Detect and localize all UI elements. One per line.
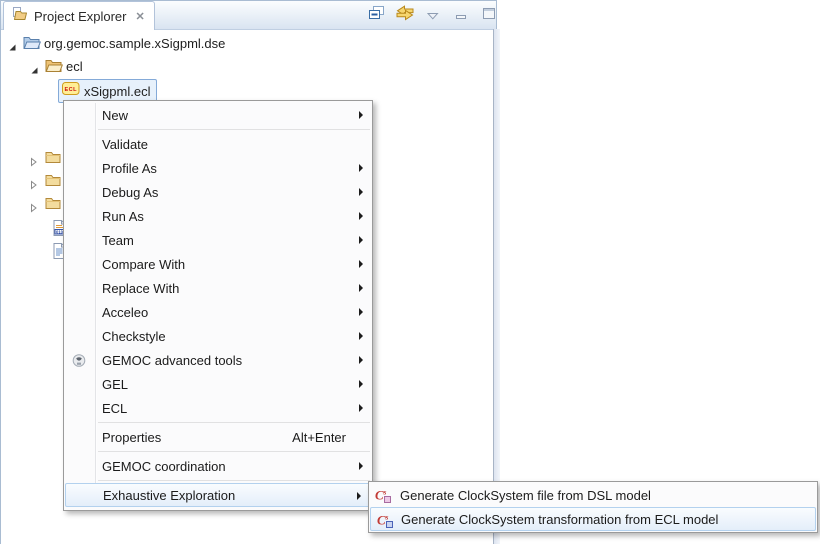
svg-text:ECL: ECL bbox=[65, 87, 78, 93]
submenu-item-generate-clocksystem-transformation-from-ecl-model[interactable]: Cs Generate ClockSystem transformation fr… bbox=[370, 507, 816, 531]
link-editor-icon bbox=[395, 5, 415, 26]
submenu-arrow-icon bbox=[359, 188, 363, 196]
submenu-arrow-icon bbox=[359, 260, 363, 268]
menu-item-label: GEMOC coordination bbox=[102, 459, 226, 474]
submenu-arrow-icon bbox=[359, 380, 363, 388]
menu-item-label: Acceleo bbox=[102, 305, 148, 320]
menu-item-debug-as[interactable]: Debug As bbox=[64, 180, 372, 204]
tab-title: Project Explorer bbox=[34, 9, 126, 24]
menu-item-label: GEL bbox=[102, 377, 128, 392]
maximize-button[interactable] bbox=[479, 6, 499, 26]
menu-item-exhaustive-exploration[interactable]: Exhaustive Exploration bbox=[65, 483, 371, 507]
menu-item-checkstyle[interactable]: Checkstyle bbox=[64, 324, 372, 348]
menu-item-acceleo[interactable]: Acceleo bbox=[64, 300, 372, 324]
tree-item-org-gemoc-sample-xsigpml-dse[interactable]: org.gemoc.sample.xSigpml.dse bbox=[1, 33, 496, 55]
clocksystem-dsl-icon: Cs bbox=[375, 487, 391, 506]
svg-text:s: s bbox=[383, 488, 387, 497]
svg-text:s: s bbox=[385, 513, 389, 522]
gemoc-icon bbox=[72, 353, 86, 371]
closed-folder-icon bbox=[45, 174, 61, 192]
menu-item-gemoc-advanced-tools[interactable]: GEMOC advanced tools bbox=[64, 348, 372, 372]
menu-item-properties[interactable]: Properties Alt+Enter bbox=[64, 425, 372, 449]
menu-item-gemoc-coordination[interactable]: GEMOC coordination bbox=[64, 454, 372, 478]
menu-item-replace-with[interactable]: Replace With bbox=[64, 276, 372, 300]
tree-item-xsigpml-ecl[interactable]: ECL xSigpml.ecl bbox=[1, 79, 496, 101]
expanded-arrow-icon[interactable] bbox=[8, 39, 17, 57]
submenu-arrow-icon bbox=[359, 462, 363, 470]
submenu-arrow-icon bbox=[359, 332, 363, 340]
submenu-arrow-icon bbox=[359, 404, 363, 412]
minimize-icon bbox=[456, 7, 467, 25]
project-folder-icon bbox=[23, 36, 41, 55]
submenu-arrow-icon bbox=[359, 308, 363, 316]
submenu-item-label: Generate ClockSystem file from DSL model bbox=[400, 488, 651, 503]
menu-item-label: Validate bbox=[102, 137, 148, 152]
submenu-arrow-icon bbox=[357, 492, 361, 500]
tab-project-explorer[interactable]: Project Explorer ✕ bbox=[3, 1, 155, 30]
menu-item-gel[interactable]: GEL bbox=[64, 372, 372, 396]
expanded-arrow-icon[interactable] bbox=[30, 62, 39, 80]
closed-folder-icon bbox=[45, 151, 61, 169]
menu-item-label: Compare With bbox=[102, 257, 185, 272]
menu-item-label: Replace With bbox=[102, 281, 179, 296]
ecl-file-icon: ECL bbox=[62, 82, 80, 100]
menu-item-profile-as[interactable]: Profile As bbox=[64, 156, 372, 180]
view-toolbar bbox=[367, 1, 499, 30]
menu-item-label: Checkstyle bbox=[102, 329, 166, 344]
tree-item-label: org.gemoc.sample.xSigpml.dse bbox=[44, 36, 225, 51]
tree-item-label: ecl bbox=[66, 59, 83, 74]
menu-separator bbox=[98, 422, 370, 423]
view-menu-icon bbox=[427, 7, 439, 25]
menu-item-run-as[interactable]: Run As bbox=[64, 204, 372, 228]
menu-item-validate[interactable]: Validate bbox=[64, 132, 372, 156]
maximize-icon bbox=[483, 7, 496, 25]
tree-item-ecl[interactable]: ecl bbox=[1, 56, 496, 78]
menu-item-label: Profile As bbox=[102, 161, 157, 176]
link-with-editor-button[interactable] bbox=[395, 6, 415, 26]
submenu-arrow-icon bbox=[359, 236, 363, 244]
close-icon[interactable]: ✕ bbox=[132, 10, 144, 23]
exhaustive-exploration-submenu: Cs Generate ClockSystem file from DSL mod… bbox=[368, 481, 818, 533]
collapsed-arrow-icon[interactable] bbox=[30, 177, 38, 195]
menu-item-compare-with[interactable]: Compare With bbox=[64, 252, 372, 276]
menu-item-label: New bbox=[102, 108, 128, 123]
menu-item-label: Exhaustive Exploration bbox=[103, 488, 235, 503]
tree-item-label: xSigpml.ecl bbox=[84, 84, 150, 99]
submenu-arrow-icon bbox=[359, 111, 363, 119]
menu-item-label: Run As bbox=[102, 209, 144, 224]
menu-item-label: GEMOC advanced tools bbox=[102, 353, 242, 368]
minimize-button[interactable] bbox=[451, 6, 471, 26]
submenu-item-label: Generate ClockSystem transformation from… bbox=[401, 512, 718, 527]
collapsed-arrow-icon[interactable] bbox=[30, 200, 38, 218]
menu-item-label: Debug As bbox=[102, 185, 158, 200]
menu-item-ecl[interactable]: ECL bbox=[64, 396, 372, 420]
menu-item-label: Team bbox=[102, 233, 134, 248]
submenu-item-generate-clocksystem-file-from-dsl-model[interactable]: Cs Generate ClockSystem file from DSL mod… bbox=[369, 483, 817, 507]
menu-item-new[interactable]: New bbox=[64, 103, 372, 127]
project-explorer-icon bbox=[12, 6, 28, 27]
menu-item-label: ECL bbox=[102, 401, 127, 416]
view-tab-bar: Project Explorer ✕ bbox=[1, 1, 496, 30]
collapsed-arrow-icon[interactable] bbox=[30, 154, 38, 172]
menu-item-label: Properties bbox=[102, 430, 161, 445]
view-resize-sash[interactable] bbox=[493, 29, 500, 544]
submenu-arrow-icon bbox=[359, 356, 363, 364]
clocksystem-ecl-icon: Cs bbox=[377, 512, 393, 531]
collapse-all-button[interactable] bbox=[367, 6, 387, 26]
view-menu-button[interactable] bbox=[423, 6, 443, 26]
menu-item-team[interactable]: Team bbox=[64, 228, 372, 252]
submenu-arrow-icon bbox=[359, 164, 363, 172]
menu-separator bbox=[98, 451, 370, 452]
context-menu: New Validate Profile As Debug As Run As Team C… bbox=[63, 100, 373, 511]
open-folder-icon bbox=[45, 59, 63, 78]
menu-separator bbox=[98, 480, 370, 481]
submenu-arrow-icon bbox=[359, 212, 363, 220]
submenu-arrow-icon bbox=[359, 284, 363, 292]
closed-folder-icon bbox=[45, 197, 61, 215]
workbench: Project Explorer ✕ org.gemoc.sample.xSig… bbox=[0, 0, 820, 544]
menu-item-shortcut: Alt+Enter bbox=[292, 430, 346, 445]
collapse-all-icon bbox=[368, 5, 386, 26]
menu-separator bbox=[98, 129, 370, 130]
